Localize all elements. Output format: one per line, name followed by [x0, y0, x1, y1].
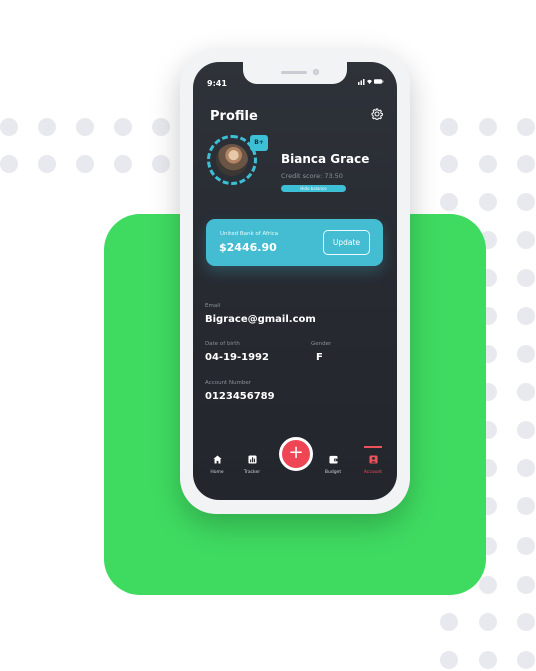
home-icon	[212, 455, 222, 464]
tab-home[interactable]: Home	[200, 455, 234, 475]
decorative-dot	[517, 307, 535, 325]
settings-glyph	[371, 108, 383, 121]
gender-label: Gender	[311, 341, 332, 347]
tab-account[interactable]: Account	[356, 446, 390, 475]
profile-name: Bianca Grace	[281, 152, 370, 166]
decorative-dot	[152, 155, 170, 173]
credit-score: Credit score: 73.50	[281, 172, 343, 180]
notch	[243, 62, 347, 84]
decorative-dot	[517, 269, 535, 287]
account-number-label: Account Number	[205, 380, 252, 386]
decorative-dot	[517, 383, 535, 401]
decorative-dot	[517, 459, 535, 477]
tab-tracker-label: Tracker	[243, 470, 261, 475]
decorative-dot	[479, 613, 497, 631]
status-icons	[358, 78, 384, 87]
decorative-dot	[517, 537, 535, 555]
hide-balance-button[interactable]: Hide balance	[281, 185, 346, 192]
decorative-dot	[517, 651, 535, 669]
status-time: 9:41	[207, 79, 227, 88]
bank-card: United Bank of Africa $2446.90 Update	[206, 219, 383, 266]
decorative-dot	[38, 118, 56, 136]
decorative-dot	[0, 155, 18, 173]
decorative-dot	[114, 155, 132, 173]
decorative-dot	[517, 118, 535, 136]
bank-balance: $2446.90	[219, 241, 277, 254]
tab-budget-label: Budget	[324, 470, 342, 475]
decorative-dot	[479, 118, 497, 136]
decorative-dot	[517, 193, 535, 211]
decorative-dot	[517, 421, 535, 439]
decorative-dot	[38, 155, 56, 173]
decorative-dot	[152, 118, 170, 136]
tab-budget[interactable]: Budget	[316, 455, 350, 475]
decorative-dot	[517, 345, 535, 363]
decorative-dot	[114, 118, 132, 136]
decorative-dot	[440, 155, 458, 173]
add-button[interactable]: +	[279, 437, 313, 471]
dob-value: 04-19-1992	[205, 352, 269, 363]
user-icon	[368, 455, 378, 464]
decorative-dot	[517, 231, 535, 249]
dob-label: Date of birth	[205, 341, 240, 347]
decorative-dot	[517, 576, 535, 594]
gear-icon[interactable]	[371, 108, 383, 124]
decorative-dot	[0, 118, 18, 136]
credit-grade-badge: B+	[250, 135, 268, 151]
bank-name: United Bank of Africa	[220, 231, 279, 237]
wallet-icon	[328, 455, 338, 464]
decorative-dot	[517, 497, 535, 515]
decorative-dot	[517, 155, 535, 173]
decorative-dot	[440, 651, 458, 669]
decorative-dot	[440, 613, 458, 631]
decorative-dot	[479, 155, 497, 173]
avatar[interactable]	[216, 144, 248, 176]
tab-tracker[interactable]: Tracker	[235, 455, 269, 475]
decorative-dot	[479, 651, 497, 669]
decorative-dot	[440, 193, 458, 211]
account-number-value: 0123456789	[205, 391, 275, 402]
speaker	[281, 71, 307, 74]
bottom-tab-bar: Home Tracker + Budget Account	[193, 437, 397, 500]
phone-screen: 9:41 Profile B+ Bianca Grace Credit scor…	[193, 62, 397, 500]
tab-account-label: Account	[363, 470, 383, 475]
decorative-dot	[440, 118, 458, 136]
decorative-dot	[76, 155, 94, 173]
phone-frame: 9:41 Profile B+ Bianca Grace Credit scor…	[180, 48, 410, 514]
email-label: Email	[205, 303, 221, 309]
chart-icon	[247, 455, 257, 464]
page-title: Profile	[210, 109, 258, 124]
decorative-dot	[517, 613, 535, 631]
decorative-dot	[479, 576, 497, 594]
update-button[interactable]: Update	[323, 230, 370, 255]
decorative-dot	[479, 193, 497, 211]
tab-home-label: Home	[210, 470, 224, 475]
email-value: Bigrace@gmail.com	[205, 314, 316, 325]
camera	[313, 69, 319, 75]
decorative-dot	[76, 118, 94, 136]
gender-value: F	[316, 352, 323, 363]
active-tab-indicator	[364, 446, 382, 448]
signal-wifi-battery-icon	[358, 79, 384, 85]
